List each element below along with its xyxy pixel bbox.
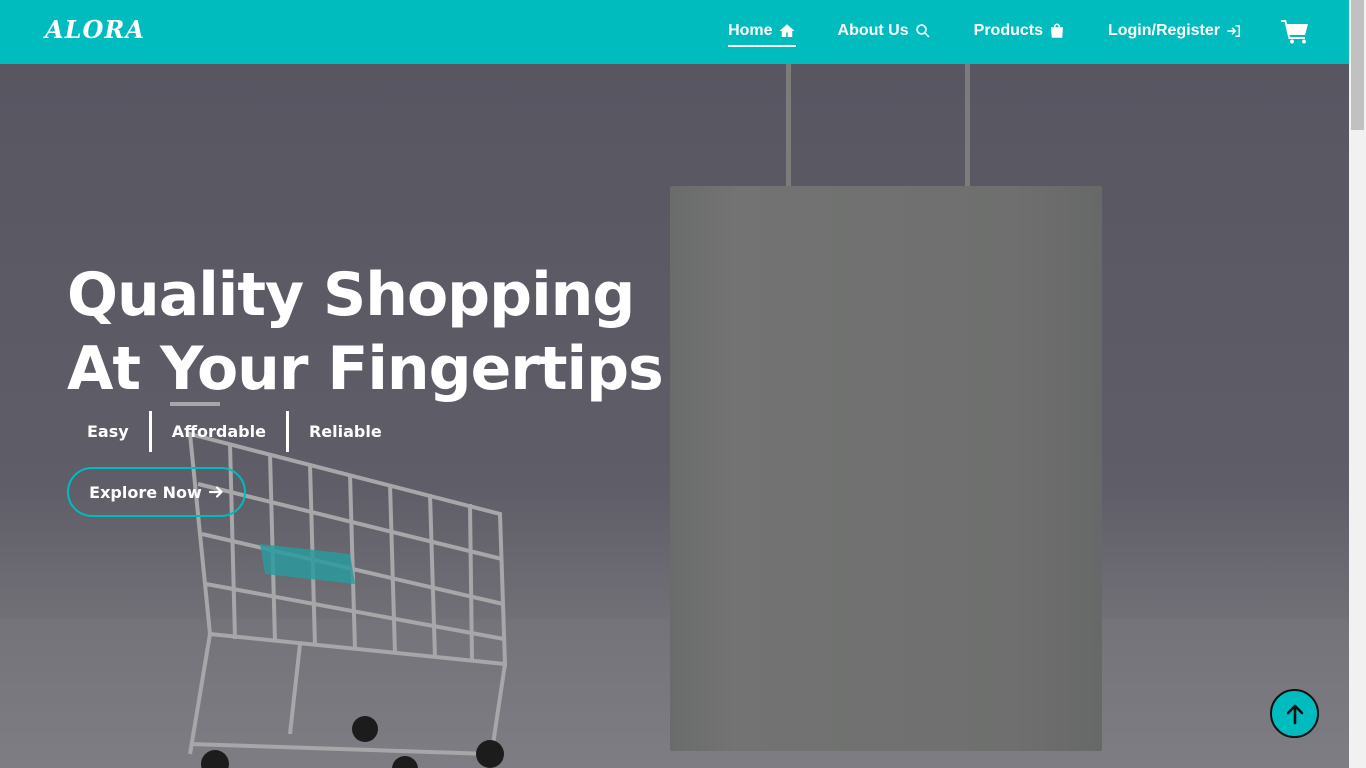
- bag-handle-illustration: [786, 64, 970, 194]
- nav-item-label: Login/Register: [1107, 22, 1220, 39]
- feature-reliable: Reliable: [285, 411, 402, 452]
- arrow-up-icon: [1286, 704, 1303, 724]
- nav-item-label: Home: [728, 22, 773, 39]
- sign-in-icon: [1227, 25, 1240, 37]
- scroll-to-top-button[interactable]: [1270, 689, 1319, 738]
- search-icon: [915, 24, 930, 38]
- explore-now-label: Explore Now: [89, 482, 202, 502]
- nav-item-products[interactable]: Products: [974, 22, 1066, 42]
- feature-list: Easy Affordable Reliable: [67, 411, 402, 452]
- feature-affordable: Affordable: [148, 411, 286, 452]
- navbar: ALORA Home About Us Products Login/Regis…: [0, 0, 1349, 64]
- shopping-bag-icon: [1050, 23, 1063, 38]
- nav-item-label: About Us: [837, 22, 909, 39]
- feature-easy: Easy: [87, 422, 129, 441]
- nav-item-about[interactable]: About Us: [838, 22, 932, 42]
- home-icon: [779, 24, 795, 37]
- arrow-right-icon: [208, 486, 223, 498]
- nav-links: Home About Us Products Login/Register: [686, 0, 1349, 64]
- nav-item-label: Products: [973, 22, 1043, 39]
- scrollbar-thumb[interactable]: [1351, 0, 1364, 130]
- logo[interactable]: ALORA: [45, 15, 145, 44]
- shopping-bag-illustration: [670, 186, 1102, 751]
- nav-item-login[interactable]: Login/Register: [1108, 22, 1243, 42]
- cart-icon: [1281, 20, 1308, 44]
- nav-item-home[interactable]: Home: [728, 22, 796, 47]
- explore-now-button[interactable]: Explore Now: [67, 467, 246, 517]
- page-scrollbar[interactable]: [1349, 0, 1366, 768]
- hero-headline: Quality Shopping At Your Fingertips: [67, 260, 664, 404]
- cart-button[interactable]: [1281, 19, 1309, 45]
